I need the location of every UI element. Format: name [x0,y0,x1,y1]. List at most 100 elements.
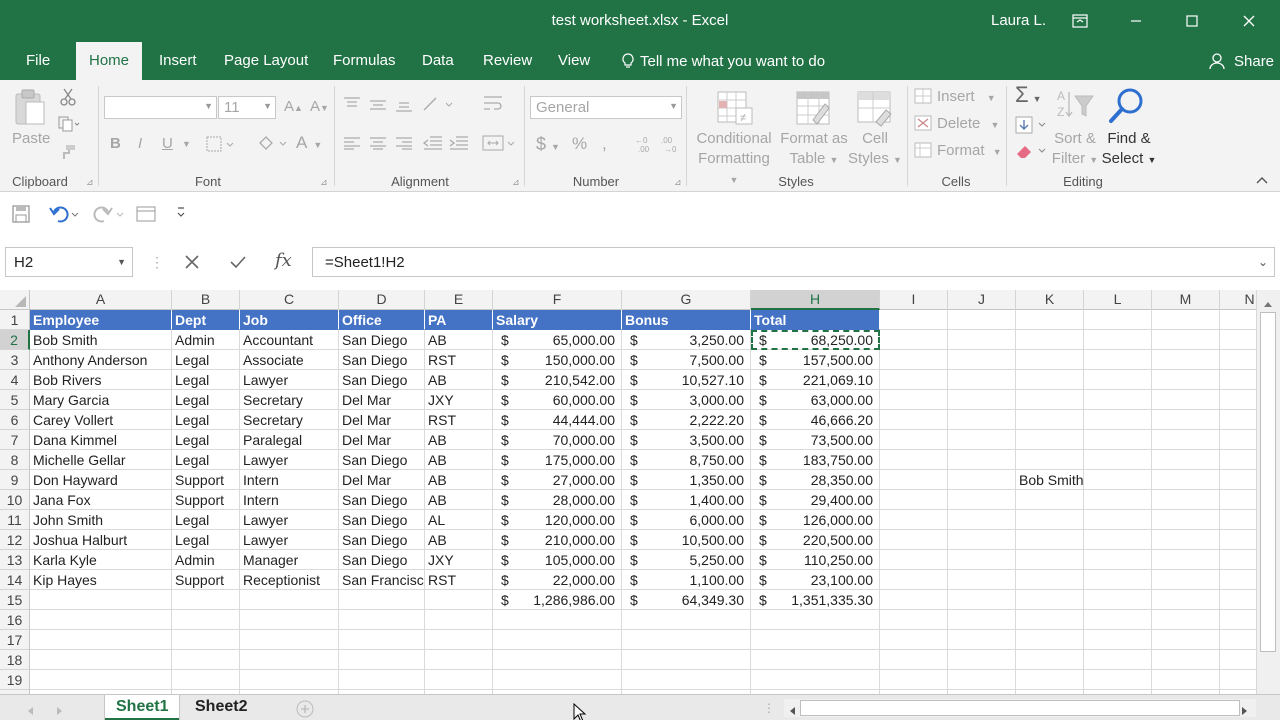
cell-c8[interactable]: Lawyer [240,450,339,470]
cell-f18[interactable] [493,650,622,670]
format-as-table-button[interactable]: Format as Table ▼ [778,129,850,170]
cell-j8[interactable] [948,450,1016,470]
cell-f1[interactable]: Salary [493,310,622,330]
column-header-c[interactable]: C [240,290,339,310]
cell-n11[interactable] [1220,510,1256,530]
clear-icon[interactable] [1015,142,1049,163]
format-painter-icon[interactable] [60,144,76,163]
top-align-icon[interactable] [342,96,362,113]
cell-i9[interactable] [880,470,948,490]
cell-i14[interactable] [880,570,948,590]
cell-m2[interactable] [1152,330,1220,350]
cell-b9[interactable]: Support [172,470,240,490]
cell-i3[interactable] [880,350,948,370]
row-header[interactable]: 19 [0,670,30,690]
row-header[interactable]: 16 [0,610,30,630]
row-header[interactable]: 18 [0,650,30,670]
cell-m8[interactable] [1152,450,1220,470]
column-header-h[interactable]: H [751,290,880,310]
column-header-m[interactable]: M [1152,290,1220,310]
cell-i11[interactable] [880,510,948,530]
cell-m5[interactable] [1152,390,1220,410]
cell-l3[interactable] [1084,350,1152,370]
conditional-formatting-button[interactable]: Conditional Formatting ▼ [695,129,773,190]
cell-g7[interactable]: $3,500.00 [622,430,751,450]
italic-icon[interactable]: I [138,134,142,154]
row-header[interactable]: 5 [0,390,30,410]
cell-e13[interactable]: JXY [425,550,493,570]
cell-i18[interactable] [880,650,948,670]
cell-f4[interactable]: $210,542.00 [493,370,622,390]
sort-filter-button[interactable]: Sort & Filter ▼ [1050,129,1100,170]
borders-icon[interactable] [206,136,236,155]
cell-m7[interactable] [1152,430,1220,450]
cell-f17[interactable] [493,630,622,650]
cell-a13[interactable]: Karla Kyle [30,550,172,570]
increase-indent-icon[interactable] [448,135,470,154]
next-sheet-icon[interactable] [56,703,64,719]
insert-cells-button[interactable]: Insert ▼ [937,87,996,108]
cell-h17[interactable] [751,630,880,650]
cell-e14[interactable]: RST [425,570,493,590]
column-header-d[interactable]: D [339,290,425,310]
cell-l7[interactable] [1084,430,1152,450]
customize-qat-icon[interactable] [176,205,186,222]
cell-c1[interactable]: Job [240,310,339,330]
cell-k7[interactable] [1016,430,1084,450]
cell-i17[interactable] [880,630,948,650]
format-cells-icon[interactable] [914,142,932,161]
cell-h13[interactable]: $110,250.00 [751,550,880,570]
cell-f9[interactable]: $27,000.00 [493,470,622,490]
row-header[interactable]: 9 [0,470,30,490]
cell-g17[interactable] [622,630,751,650]
column-header-f[interactable]: F [493,290,622,310]
cell-i15[interactable] [880,590,948,610]
insert-cells-icon[interactable] [914,88,932,107]
cell-m17[interactable] [1152,630,1220,650]
cell-d15[interactable] [339,590,425,610]
alignment-launcher-icon[interactable]: ⊿ [512,177,520,188]
vertical-scrollbar[interactable] [1256,290,1280,694]
cell-n19[interactable] [1220,670,1256,690]
cell-a7[interactable]: Dana Kimmel [30,430,172,450]
cell-n12[interactable] [1220,530,1256,550]
cell-f3[interactable]: $150,000.00 [493,350,622,370]
cell-a10[interactable]: Jana Fox [30,490,172,510]
cell-b14[interactable]: Support [172,570,240,590]
cell-m6[interactable] [1152,410,1220,430]
cell-m18[interactable] [1152,650,1220,670]
cell-l5[interactable] [1084,390,1152,410]
save-icon[interactable] [12,205,30,226]
share-button[interactable]: Share [1208,42,1274,80]
form-icon[interactable] [136,206,156,225]
enter-icon[interactable] [229,254,247,273]
cell-h10[interactable]: $29,400.00 [751,490,880,510]
cell-j6[interactable] [948,410,1016,430]
cell-b6[interactable]: Legal [172,410,240,430]
prev-sheet-icon[interactable] [26,703,34,719]
row-header[interactable]: 13 [0,550,30,570]
cell-j17[interactable] [948,630,1016,650]
cell-i7[interactable] [880,430,948,450]
cell-n16[interactable] [1220,610,1256,630]
cell-k16[interactable] [1016,610,1084,630]
cell-h6[interactable]: $46,666.20 [751,410,880,430]
cell-k11[interactable] [1016,510,1084,530]
cell-b4[interactable]: Legal [172,370,240,390]
row-header[interactable]: 4 [0,370,30,390]
cell-b19[interactable] [172,670,240,690]
clipboard-launcher-icon[interactable]: ⊿ [86,177,94,188]
cell-k14[interactable] [1016,570,1084,590]
cell-b15[interactable] [172,590,240,610]
cell-e8[interactable]: AB [425,450,493,470]
merge-center-icon[interactable] [482,134,518,155]
cell-l2[interactable] [1084,330,1152,350]
cell-d2[interactable]: San Diego [339,330,425,350]
cell-n8[interactable] [1220,450,1256,470]
cell-a16[interactable] [30,610,172,630]
cell-g3[interactable]: $7,500.00 [622,350,751,370]
cell-e1[interactable]: PA [425,310,493,330]
cell-e2[interactable]: AB [425,330,493,350]
cell-k12[interactable] [1016,530,1084,550]
font-name-field[interactable]: ▼ [104,96,217,119]
